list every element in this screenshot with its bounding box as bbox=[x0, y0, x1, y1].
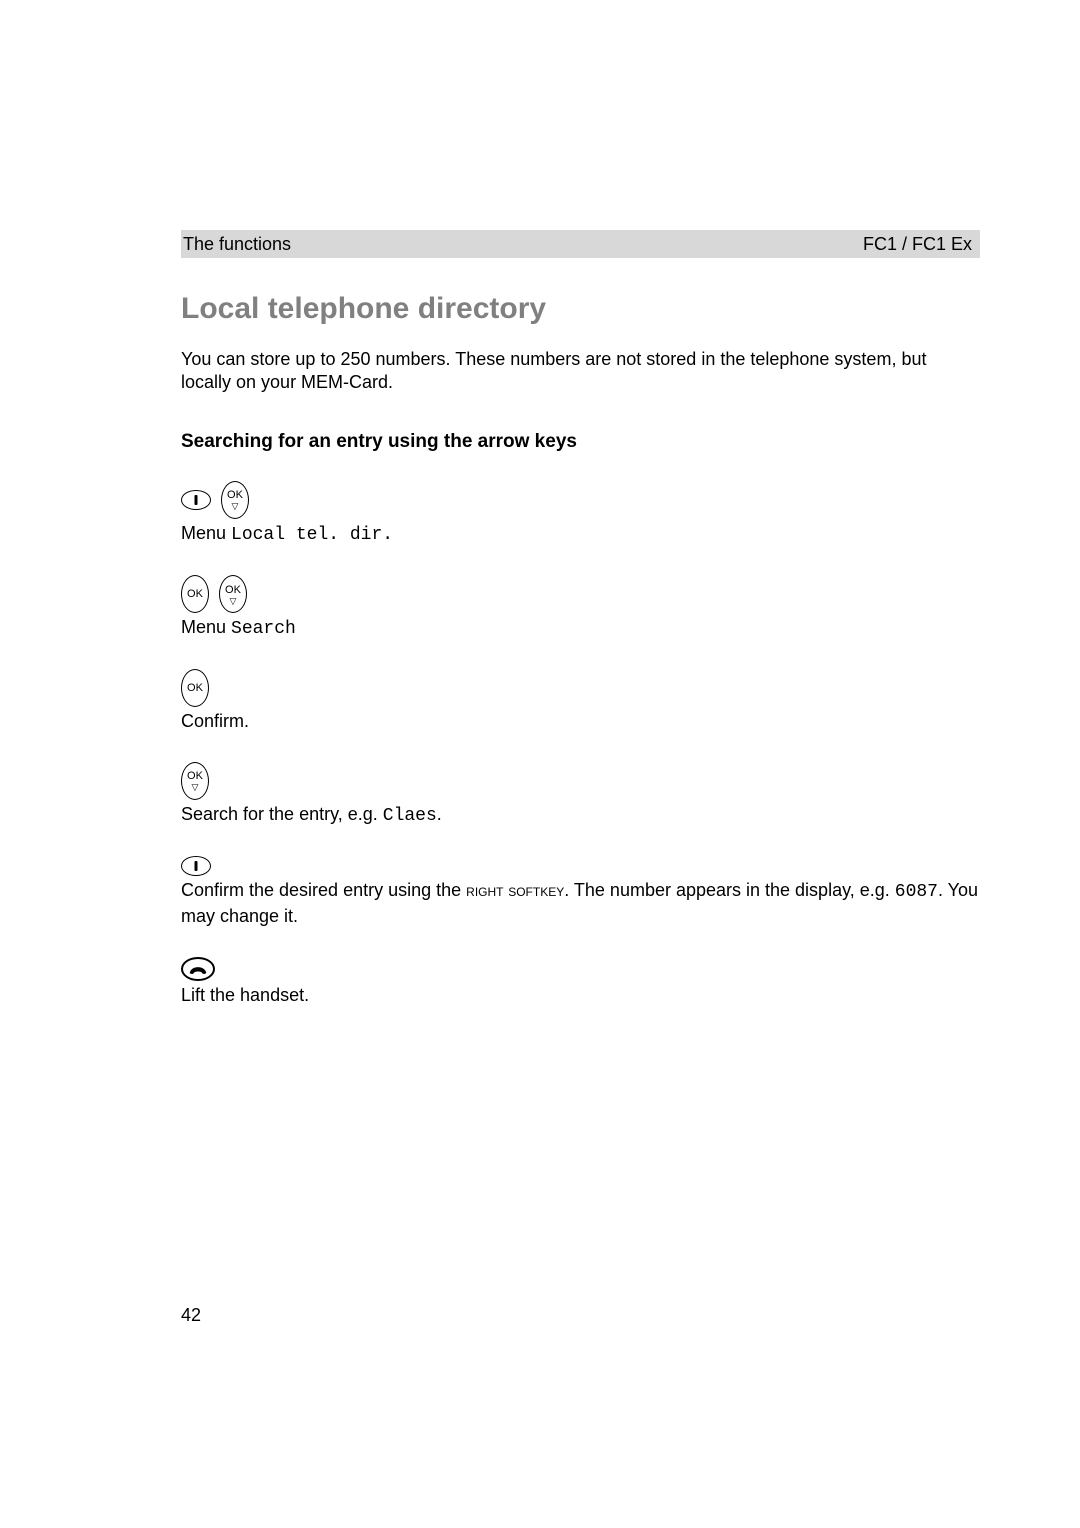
down-arrow-icon: ▽ bbox=[232, 502, 239, 511]
step-5-icons bbox=[181, 856, 980, 876]
step-6-icons bbox=[181, 957, 980, 981]
handset-icon bbox=[181, 957, 215, 981]
page-header-bar: The functions FC1 / FC1 Ex bbox=[181, 230, 980, 258]
step-6-text: Lift the handset. bbox=[181, 983, 980, 1007]
header-section-label: The functions bbox=[183, 234, 291, 255]
step-2-icons: OK OK ▽ bbox=[181, 575, 980, 613]
step-1-icons: OK ▽ bbox=[181, 481, 980, 519]
intro-paragraph: You can store up to 250 numbers. These n… bbox=[181, 348, 980, 395]
section-title: Local telephone directory bbox=[181, 292, 980, 326]
step-5-text: Confirm the desired entry using the righ… bbox=[181, 878, 980, 929]
step-4-text: Search for the entry, e.g. Claes. bbox=[181, 802, 980, 828]
ok-key-icon: OK bbox=[181, 669, 209, 707]
softkey-icon bbox=[181, 856, 211, 876]
step-6: Lift the handset. bbox=[181, 957, 980, 1007]
step-3-text: Confirm. bbox=[181, 709, 980, 733]
step-3-icons: OK bbox=[181, 669, 980, 707]
header-model-label: FC1 / FC1 Ex bbox=[863, 234, 972, 255]
step-3: OK Confirm. bbox=[181, 669, 980, 733]
softkey-icon bbox=[181, 490, 211, 510]
step-5: Confirm the desired entry using the righ… bbox=[181, 856, 980, 929]
step-1-text: Menu Local tel. dir. bbox=[181, 521, 980, 547]
down-arrow-icon: ▽ bbox=[230, 597, 237, 606]
down-arrow-icon: ▽ bbox=[192, 783, 199, 792]
step-1: OK ▽ Menu Local tel. dir. bbox=[181, 481, 980, 547]
step-4: OK ▽ Search for the entry, e.g. Claes. bbox=[181, 762, 980, 828]
ok-down-key-icon: OK ▽ bbox=[219, 575, 247, 613]
ok-key-icon: OK bbox=[181, 575, 209, 613]
page-number: 42 bbox=[181, 1305, 201, 1326]
step-2: OK OK ▽ Menu Search bbox=[181, 575, 980, 641]
subsection-title: Searching for an entry using the arrow k… bbox=[181, 431, 980, 453]
step-2-text: Menu Search bbox=[181, 615, 980, 641]
document-page: The functions FC1 / FC1 Ex Local telepho… bbox=[0, 0, 1080, 1528]
ok-down-key-icon: OK ▽ bbox=[181, 762, 209, 800]
step-4-icons: OK ▽ bbox=[181, 762, 980, 800]
ok-down-key-icon: OK ▽ bbox=[221, 481, 249, 519]
